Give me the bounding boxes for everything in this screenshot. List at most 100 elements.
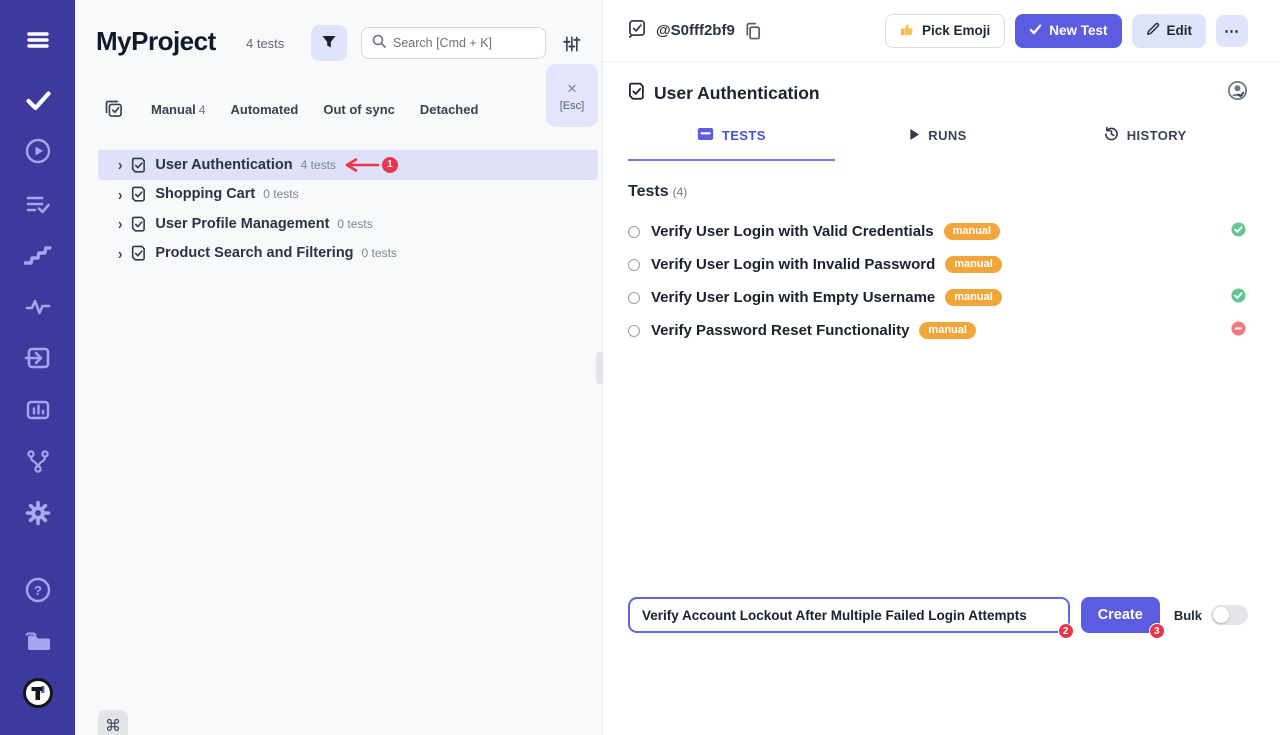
create-button-wrap: Create 3 [1081,597,1160,633]
tab-runs[interactable]: RUNS [835,126,1042,161]
status-passed-icon [1231,288,1246,308]
doc-check-icon [131,216,146,232]
chevron-right-icon[interactable]: › [118,244,122,262]
play-circle-icon[interactable] [24,137,52,165]
steps-icon[interactable] [24,241,52,269]
select-all-icon[interactable] [104,99,124,119]
more-options-button[interactable]: ⋯ [1216,15,1248,47]
activity-icon[interactable] [24,293,52,321]
suite-name: User Profile Management [155,216,329,232]
suite-tree: › User Authentication 4 tests 1 › Shoppi… [75,150,603,268]
tab-detached[interactable]: Detached [420,102,479,117]
project-tests-count: 4 tests [246,36,284,51]
suite-ref-group: @S0fff2bf9 [628,19,761,43]
annotation-badge-3: 3 [1149,623,1165,639]
filter-tabs: Manual4 Automated Out of sync Detached [104,99,478,119]
close-icon[interactable]: × [567,80,577,97]
toggle-knob [1213,607,1229,623]
new-test-button[interactable]: New Test [1015,14,1121,48]
suite-ref-id: @S0fff2bf9 [656,22,735,39]
suite-name: Shopping Cart [155,186,255,202]
pencil-icon [1146,22,1160,39]
bar-chart-icon[interactable] [24,396,52,424]
pick-emoji-button[interactable]: Pick Emoji [885,14,1005,48]
test-row[interactable]: Verify User Login with Empty Username ma… [628,281,1246,314]
edit-button[interactable]: Edit [1132,14,1207,48]
tab-tests[interactable]: TESTS [628,126,835,161]
suite-detail-panel: @S0fff2bf9 Pick Emoji New Test Edit ⋯ [603,0,1280,735]
tab-automated[interactable]: Automated [230,102,298,117]
annotation-badge-1: 1 [382,157,398,173]
check-icon[interactable] [24,86,52,114]
suite-heading: User Authentication [603,62,1280,106]
chevron-right-icon[interactable]: › [118,215,122,233]
tab-manual[interactable]: Manual4 [151,102,205,117]
tree-row-user-profile-management[interactable]: › User Profile Management 0 tests [98,209,598,239]
sign-in-icon[interactable] [24,344,52,372]
gear-icon[interactable] [24,499,52,527]
menu-icon[interactable] [24,26,52,54]
search-input[interactable] [393,36,535,50]
tree-row-user-authentication[interactable]: › User Authentication 4 tests 1 [98,150,598,180]
test-state-circle[interactable] [628,292,640,304]
project-panel: MyProject 4 tests × [Esc] Manual4 Automa… [75,0,603,735]
suite-count: 4 tests [301,158,336,172]
tree-row-shopping-cart[interactable]: › Shopping Cart 0 tests [98,180,598,210]
help-icon[interactable]: ? [24,576,52,604]
tests-section-heading: Tests(4) [603,161,1280,201]
tune-icon[interactable] [558,31,584,57]
app-window: ? MyProject 4 tests × [Esc] [0,0,1280,735]
status-blocked-icon [1231,321,1246,341]
chevron-right-icon[interactable]: › [118,156,122,174]
suite-name: User Authentication [155,157,292,173]
doc-check-icon [131,157,146,173]
create-test-row: 2 Create 3 Bulk [628,597,1248,633]
toolbar-actions: Pick Emoji New Test Edit ⋯ [885,14,1248,48]
checkbox-doc-icon [628,19,647,43]
chevron-right-icon[interactable]: › [118,185,122,203]
check-icon [1029,23,1042,39]
app-logo[interactable] [22,677,54,709]
ellipsis-icon: ⋯ [1224,22,1240,40]
new-test-name-input[interactable] [628,597,1070,633]
bulk-label: Bulk [1174,608,1202,623]
tab-history[interactable]: HISTORY [1041,126,1248,161]
history-icon [1103,126,1119,145]
manual-badge: manual [945,289,1002,306]
doc-check-icon [131,245,146,261]
create-input-wrap: 2 [628,597,1070,633]
svg-text:?: ? [34,583,42,598]
card-icon [697,127,714,144]
manual-badge: manual [944,223,1001,240]
tab-manual-count: 4 [199,103,206,117]
folder-icon[interactable] [24,628,52,656]
filter-button[interactable] [311,25,347,61]
test-state-circle[interactable] [628,226,640,238]
panel-scrollbar-thumb[interactable] [596,352,603,384]
test-row[interactable]: Verify Password Reset Functionality manu… [628,314,1246,347]
list-check-icon[interactable] [24,190,52,218]
branch-icon[interactable] [24,447,52,475]
create-button[interactable]: Create [1081,597,1160,633]
test-list: Verify User Login with Valid Credentials… [603,201,1280,347]
doc-check-icon [628,82,645,105]
suite-count: 0 tests [362,246,397,260]
thumbs-up-icon [900,22,915,40]
close-search-popup[interactable]: × [Esc] [546,64,598,127]
assignee-avatar-icon[interactable] [1227,80,1248,106]
doc-check-icon [131,186,146,202]
manual-badge: manual [945,256,1002,273]
test-row[interactable]: Verify User Login with Valid Credentials… [628,215,1246,248]
test-state-circle[interactable] [628,325,640,337]
copy-icon[interactable] [744,22,761,40]
suite-title: User Authentication [654,83,1218,104]
test-row[interactable]: Verify User Login with Invalid Password … [628,248,1246,281]
main-sidebar: ? [0,0,75,735]
tab-out-of-sync[interactable]: Out of sync [323,102,395,117]
bulk-toggle[interactable] [1211,605,1248,625]
tree-row-product-search-and-filtering[interactable]: › Product Search and Filtering 0 tests [98,239,598,269]
suite-name: Product Search and Filtering [155,245,353,261]
funnel-icon [321,34,337,53]
annotation-badge-2: 2 [1058,623,1074,639]
test-state-circle[interactable] [628,259,640,271]
